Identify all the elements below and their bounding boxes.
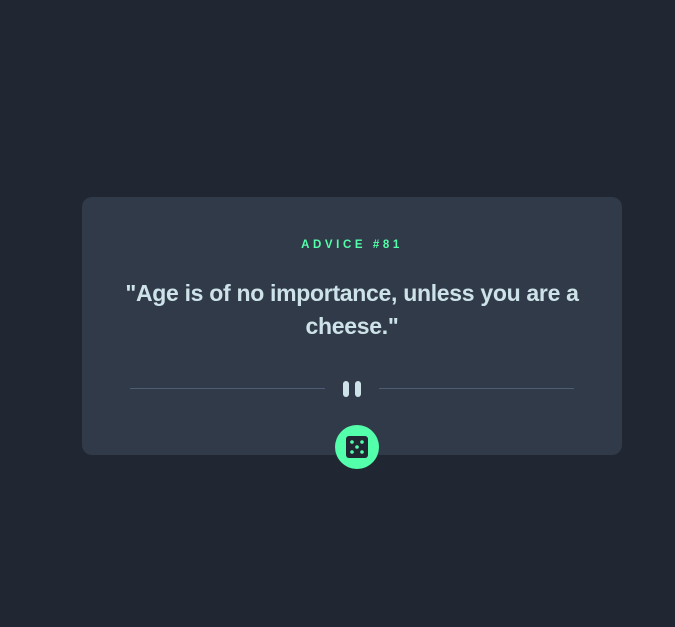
page: ADVICE #81 "Age is of no importance, unl… bbox=[0, 0, 675, 627]
pause-icon bbox=[342, 380, 362, 398]
divider-line-left bbox=[130, 388, 325, 389]
divider-line-right bbox=[379, 388, 574, 389]
advice-quote: "Age is of no importance, unless you are… bbox=[125, 280, 579, 339]
advice-number: ADVICE #81 bbox=[301, 239, 403, 251]
new-advice-button[interactable] bbox=[335, 425, 379, 469]
dice-icon bbox=[346, 436, 368, 458]
advice-card: ADVICE #81 "Age is of no importance, unl… bbox=[82, 197, 622, 455]
pattern-divider bbox=[130, 380, 574, 398]
